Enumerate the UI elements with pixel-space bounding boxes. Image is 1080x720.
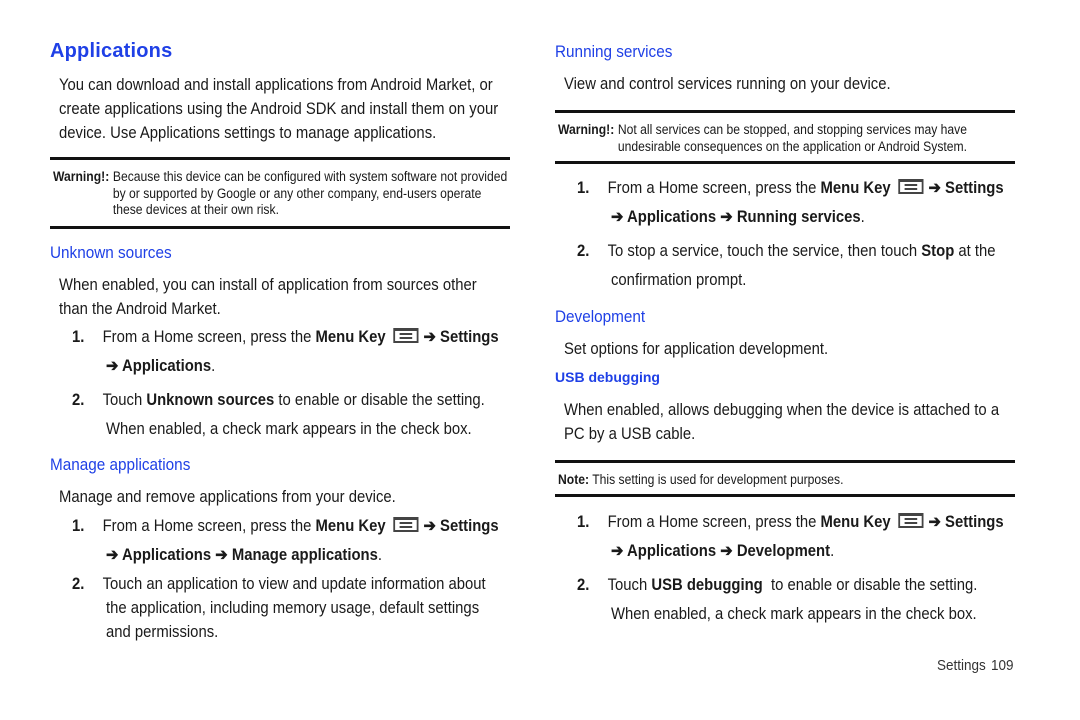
menu-key-icon [897, 513, 924, 528]
step-2-unknown: 2. Touch Unknown sources to enable or dis… [72, 391, 485, 409]
warning-label: Warning!: [558, 122, 615, 137]
step-2-development-cont: When enabled, a check mark appears in th… [611, 605, 977, 623]
menu-key-icon [897, 179, 924, 194]
divider [555, 110, 1015, 113]
menu-key-icon [392, 517, 419, 532]
divider [555, 161, 1015, 164]
step-2-manage-cont2: and permissions. [106, 623, 219, 641]
note-text: This setting is used for development pur… [592, 472, 844, 487]
note-label: Note: [558, 472, 590, 487]
step-1-manage-cont: ➔ Applications ➔ Manage applications. [106, 546, 383, 564]
manage-applications-description: Manage and remove applications from your… [59, 488, 396, 506]
step-1-unknown: 1. From a Home screen, press the Menu Key… [72, 323, 499, 352]
step-2-unknown-cont: When enabled, a check mark appears in th… [106, 420, 472, 438]
divider [50, 157, 510, 160]
warning-text: Because this device can be configured wi… [112, 169, 508, 217]
warning-text: Not all services can be stopped, and sto… [617, 122, 968, 154]
step-1-running: 1. From a Home screen, press the Menu Key… [577, 179, 1004, 197]
section-heading-unknown-sources: Unknown sources [50, 243, 172, 262]
note-box: Note: This setting is used for developme… [558, 472, 1013, 489]
menu-key-label: Menu Key [315, 328, 386, 346]
divider [555, 494, 1015, 497]
footer-section: Settings [937, 657, 986, 674]
step-1-development: 1. From a Home screen, press the Menu Key… [577, 513, 1004, 531]
page-number: 109 [991, 657, 1014, 674]
step-1-running-cont: ➔ Applications ➔ Running services. [611, 208, 865, 226]
warning-box: Warning!: Not all services can be stoppe… [558, 122, 1013, 155]
running-services-description: View and control services running on you… [564, 75, 891, 93]
section-heading-development: Development [555, 307, 646, 326]
development-description: Set options for application development. [564, 340, 829, 358]
step-number: 1. [72, 328, 85, 346]
step-1-development-cont: ➔ Applications ➔ Development. [611, 542, 835, 560]
subheading-usb-debugging: USB debugging [555, 369, 660, 385]
section-heading-running-services: Running services [555, 42, 673, 61]
usb-debugging-description: When enabled, allows debugging when the … [564, 401, 1000, 443]
menu-key-icon [392, 328, 419, 343]
warning-box: Warning!: Because this device can be con… [53, 169, 508, 219]
step-2-running: 2. To stop a service, touch the service, … [577, 242, 996, 260]
section-heading-manage-applications: Manage applications [50, 455, 191, 474]
page-title: Applications [50, 40, 173, 62]
step-1-manage: 1. From a Home screen, press the Menu Key… [72, 517, 499, 535]
unknown-sources-description: When enabled, you can install of applica… [59, 276, 477, 318]
step-1-unknown-cont: ➔ Applications. [106, 357, 216, 375]
step-2-development: 2. Touch USB debugging to enable or disab… [577, 576, 978, 594]
divider [555, 460, 1015, 463]
divider [50, 226, 510, 229]
warning-label: Warning!: [53, 169, 110, 184]
intro-paragraph: You can download and install application… [59, 76, 499, 142]
step-2-running-cont: confirmation prompt. [611, 271, 747, 289]
